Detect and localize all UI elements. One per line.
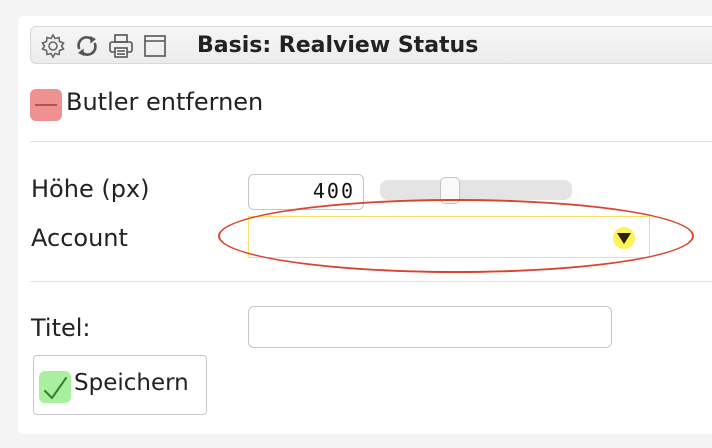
save-label: Speichern xyxy=(74,370,189,396)
divider xyxy=(30,141,712,142)
triangle-down-icon[interactable] xyxy=(613,227,635,249)
remove-butler-label: Butler entfernen xyxy=(66,88,264,116)
panel-title: Basis: Realview Status xyxy=(197,33,479,58)
gear-icon[interactable] xyxy=(39,32,67,60)
print-icon[interactable] xyxy=(107,32,135,60)
divider xyxy=(30,281,712,282)
checkmark-icon xyxy=(39,371,71,403)
save-button[interactable]: Speichern xyxy=(33,355,207,415)
account-select[interactable] xyxy=(248,216,650,258)
minus-icon xyxy=(30,89,62,121)
height-label: Höhe (px) xyxy=(31,175,150,203)
height-slider[interactable] xyxy=(380,180,572,200)
window-icon[interactable] xyxy=(141,32,169,60)
slider-handle[interactable] xyxy=(440,177,461,204)
panel-header: Basis: Realview Status xyxy=(30,26,712,64)
account-label: Account xyxy=(31,224,128,252)
title-label: Titel: xyxy=(31,314,91,342)
refresh-icon[interactable] xyxy=(73,32,101,60)
height-input[interactable]: 400 xyxy=(248,174,364,210)
widget-panel: Basis: Realview Status Butler entfernen … xyxy=(18,16,712,434)
title-input[interactable] xyxy=(248,306,612,348)
